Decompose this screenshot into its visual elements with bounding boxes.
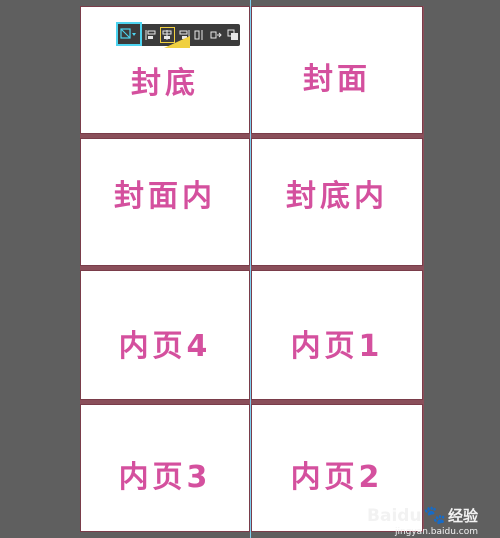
layers-icon[interactable] [226,27,240,43]
panel-inside-front[interactable]: 封面内 [80,138,250,266]
watermark-url: jingyan.baidu.com [394,527,478,537]
panel-inside-back[interactable]: 封底内 [251,138,423,266]
vertical-guide-line[interactable] [250,0,251,538]
arrange-icon[interactable] [209,27,223,43]
align-left-icon[interactable] [144,27,158,43]
panel-label: 内页4 [118,328,212,364]
panel-front-cover[interactable]: 封面 [251,6,423,134]
panel-label: 封面内 [114,179,216,215]
panel-label: 封面 [303,62,371,98]
panel-label: 内页3 [118,460,212,496]
panel-page-1[interactable]: 内页1 [251,270,423,400]
design-canvas[interactable]: 封底 封面 封面内 封底内 内页4 内页1 内页3 内页2 Baidu 🐾 经验… [0,0,500,538]
baidu-watermark: Baidu 🐾 经验 jingyan.baidu.com [367,505,478,537]
paw-icon: 🐾 [423,505,446,526]
watermark-brand-cn: 经验 [447,507,478,525]
panel-label: 内页1 [290,328,384,364]
panel-label: 封底 [131,66,199,102]
panel-label: 封底内 [286,179,388,215]
panel-page-4[interactable]: 内页4 [80,270,250,400]
distribute-icon[interactable] [193,27,207,43]
watermark-brand: Baidu [367,505,422,526]
align-center-icon[interactable] [159,27,175,43]
frame-dropdown-icon[interactable] [116,22,142,46]
panel-label: 内页2 [290,460,384,496]
panel-page-3[interactable]: 内页3 [80,404,250,532]
